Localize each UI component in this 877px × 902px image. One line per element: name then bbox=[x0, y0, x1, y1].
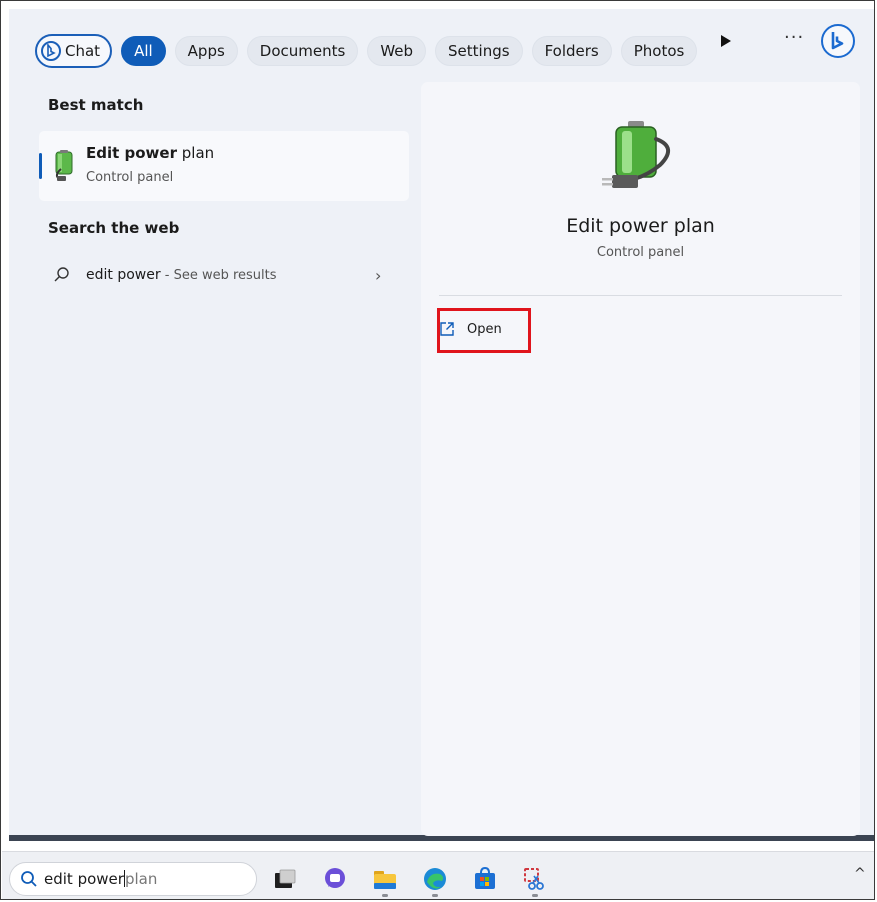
filter-settings-label: Settings bbox=[448, 42, 510, 60]
best-match-heading: Best match bbox=[48, 96, 144, 114]
filter-documents[interactable]: Documents bbox=[246, 36, 359, 66]
filter-photos[interactable]: Photos bbox=[620, 36, 698, 66]
filter-chat[interactable]: Chat bbox=[35, 34, 113, 68]
filter-bar: Chat All Apps Documents Web Settings Fol… bbox=[35, 33, 706, 69]
filter-apps-label: Apps bbox=[187, 42, 225, 60]
more-options-button[interactable]: ··· bbox=[784, 27, 804, 48]
selection-indicator bbox=[39, 153, 42, 179]
show-hidden-icons-chevron[interactable]: ^ bbox=[854, 866, 866, 882]
web-search-hint: - See web results bbox=[160, 268, 277, 283]
highlight-annotation bbox=[437, 308, 531, 353]
best-match-title-rest: plan bbox=[177, 144, 215, 162]
running-indicator bbox=[432, 894, 438, 897]
web-search-query-text: edit power bbox=[86, 267, 161, 283]
search-web-heading: Search the web bbox=[48, 219, 180, 237]
edge-browser-icon[interactable] bbox=[422, 866, 448, 892]
filter-web[interactable]: Web bbox=[367, 36, 427, 66]
filter-settings[interactable]: Settings bbox=[435, 36, 523, 66]
screenshot-frame: Chat All Apps Documents Web Settings Fol… bbox=[0, 0, 875, 900]
running-indicator bbox=[532, 894, 538, 897]
filter-documents-label: Documents bbox=[259, 42, 346, 60]
taskbar: edit powerplan ^ bbox=[2, 851, 874, 899]
best-match-subtitle: Control panel bbox=[86, 170, 174, 185]
filter-folders-label: Folders bbox=[544, 42, 599, 60]
preview-divider bbox=[439, 295, 842, 296]
scroll-filters-right-icon[interactable] bbox=[721, 35, 731, 47]
preview-pane: Edit power plan Control panel Open bbox=[421, 82, 860, 836]
search-typed-text: edit power bbox=[44, 870, 124, 888]
web-search-query: edit power - See web results bbox=[86, 267, 277, 283]
microsoft-store-icon[interactable] bbox=[472, 866, 498, 892]
filter-photos-label: Photos bbox=[633, 42, 685, 60]
filter-folders[interactable]: Folders bbox=[531, 36, 612, 66]
bing-logo-button[interactable] bbox=[821, 24, 855, 58]
search-suggested-text: plan bbox=[124, 870, 158, 888]
filter-chat-label: Chat bbox=[65, 42, 101, 60]
search-text: edit powerplan bbox=[44, 870, 157, 888]
power-plan-battery-icon bbox=[55, 150, 73, 181]
filter-all[interactable]: All bbox=[121, 36, 166, 66]
filter-all-label: All bbox=[134, 42, 153, 60]
chat-app-icon[interactable] bbox=[322, 866, 348, 892]
task-view-icon[interactable] bbox=[272, 866, 298, 892]
preview-subtitle: Control panel bbox=[596, 245, 685, 260]
best-match-title-bold: Edit power bbox=[86, 144, 177, 162]
chevron-right-icon[interactable]: › bbox=[375, 266, 381, 285]
best-match-result[interactable]: Edit power plan Control panel bbox=[39, 131, 409, 201]
search-icon bbox=[54, 267, 69, 282]
bing-icon bbox=[831, 32, 844, 50]
snipping-tool-icon[interactable] bbox=[522, 866, 548, 892]
preview-title: Edit power plan bbox=[566, 215, 715, 237]
best-match-title: Edit power plan bbox=[86, 144, 214, 162]
filter-apps[interactable]: Apps bbox=[174, 36, 238, 66]
bing-chat-icon bbox=[41, 41, 61, 61]
taskbar-search-input[interactable]: edit powerplan bbox=[9, 862, 257, 896]
running-indicator bbox=[382, 894, 388, 897]
search-icon bbox=[21, 871, 37, 887]
filter-web-label: Web bbox=[380, 42, 414, 60]
power-plan-large-icon bbox=[602, 121, 670, 188]
file-explorer-icon[interactable] bbox=[372, 866, 398, 892]
web-search-result[interactable]: edit power - See web results › bbox=[39, 259, 409, 293]
